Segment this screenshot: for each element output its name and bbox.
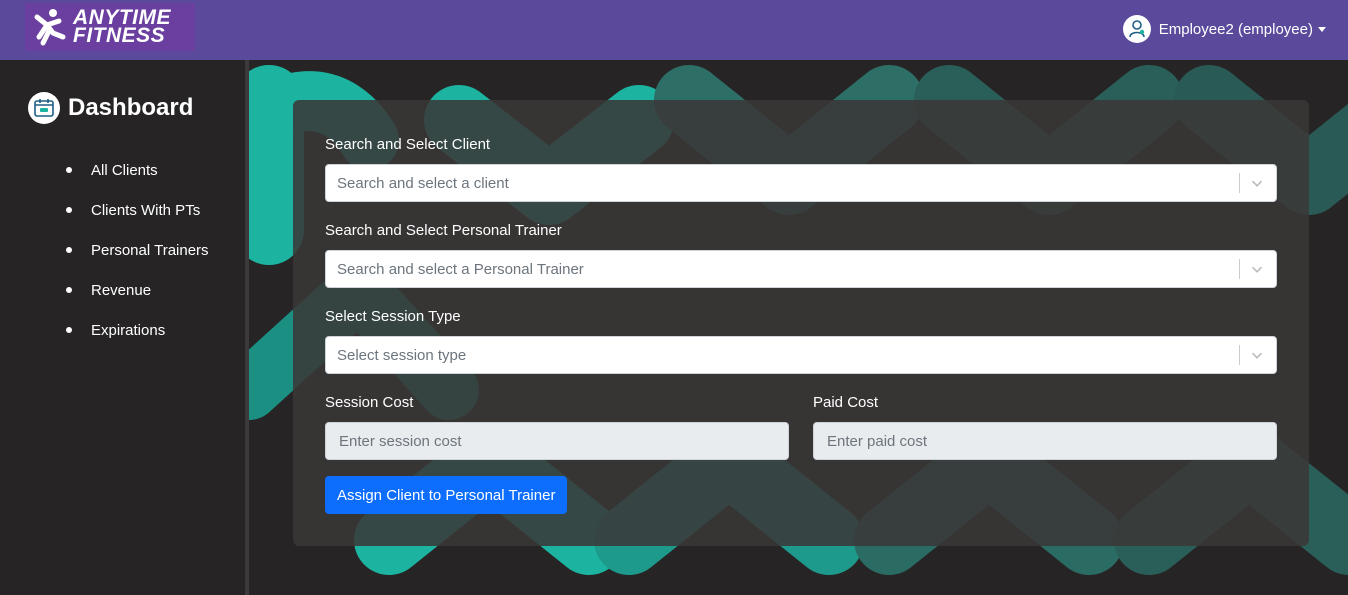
session-type-label: Select Session Type [325, 308, 461, 325]
sidebar-item-expirations[interactable]: Expirations [66, 310, 209, 350]
sidebar-item-label: Expirations [91, 321, 166, 339]
session-cost-input[interactable] [325, 422, 789, 460]
top-navbar: ANYTIME FITNESS Employee2 (employee) [0, 0, 1348, 60]
sidebar-item-revenue[interactable]: Revenue [66, 270, 209, 310]
anytime-fitness-logo[interactable]: ANYTIME FITNESS [25, 3, 195, 51]
select-separator [1239, 345, 1240, 365]
caret-down-icon [1318, 26, 1326, 32]
bullet-icon [66, 167, 72, 173]
assign-trainer-form-card: Search and Select Client Search and sele… [293, 100, 1309, 546]
user-dropdown-toggle[interactable]: Employee2 (employee) [1122, 14, 1326, 44]
paid-cost-label: Paid Cost [813, 394, 879, 411]
sidebar-header[interactable]: Dashboard [28, 92, 193, 124]
bullet-icon [66, 207, 72, 213]
client-select-label: Search and Select Client [325, 136, 491, 153]
client-select-placeholder: Search and select a client [337, 175, 509, 192]
sidebar-item-label: Revenue [91, 281, 152, 299]
bullet-icon [66, 287, 72, 293]
sidebar-item-label: Clients With PTs [91, 201, 201, 219]
bullet-icon [66, 247, 72, 253]
running-man-logo-icon [29, 7, 69, 47]
sidebar-item-personal-trainers[interactable]: Personal Trainers [66, 230, 209, 270]
sidebar-item-label: Personal Trainers [91, 241, 209, 259]
chevron-down-icon[interactable] [1248, 346, 1266, 364]
user-name-label: Employee2 (employee) [1158, 20, 1313, 38]
sidebar-nav: All Clients Clients With PTs Personal Tr… [66, 150, 209, 350]
session-type-select[interactable]: Select session type [325, 336, 1277, 374]
client-select[interactable]: Search and select a client [325, 164, 1277, 202]
user-avatar-icon [1122, 15, 1151, 43]
assign-client-button[interactable]: Assign Client to Personal Trainer [325, 476, 568, 514]
chevron-down-icon[interactable] [1248, 260, 1266, 278]
trainer-select-placeholder: Search and select a Personal Trainer [337, 261, 584, 278]
session-type-placeholder: Select session type [337, 347, 467, 364]
bullet-icon [66, 327, 72, 333]
trainer-select[interactable]: Search and select a Personal Trainer [325, 250, 1277, 288]
trainer-select-label: Search and Select Personal Trainer [325, 222, 562, 239]
sidebar-item-clients-with-pts[interactable]: Clients With PTs [66, 190, 209, 230]
select-separator [1239, 173, 1240, 193]
paid-cost-input[interactable] [813, 422, 1277, 460]
session-cost-label: Session Cost [325, 394, 414, 411]
logo-line-2: FITNESS [73, 24, 166, 47]
chevron-down-icon[interactable] [1248, 174, 1266, 192]
dashboard-calendar-icon [28, 92, 60, 124]
sidebar: Dashboard All Clients Clients With PTs P… [0, 60, 245, 595]
sidebar-title: Dashboard [68, 94, 194, 121]
sidebar-item-label: All Clients [91, 161, 158, 179]
sidebar-item-all-clients[interactable]: All Clients [66, 150, 209, 190]
select-separator [1239, 259, 1240, 279]
